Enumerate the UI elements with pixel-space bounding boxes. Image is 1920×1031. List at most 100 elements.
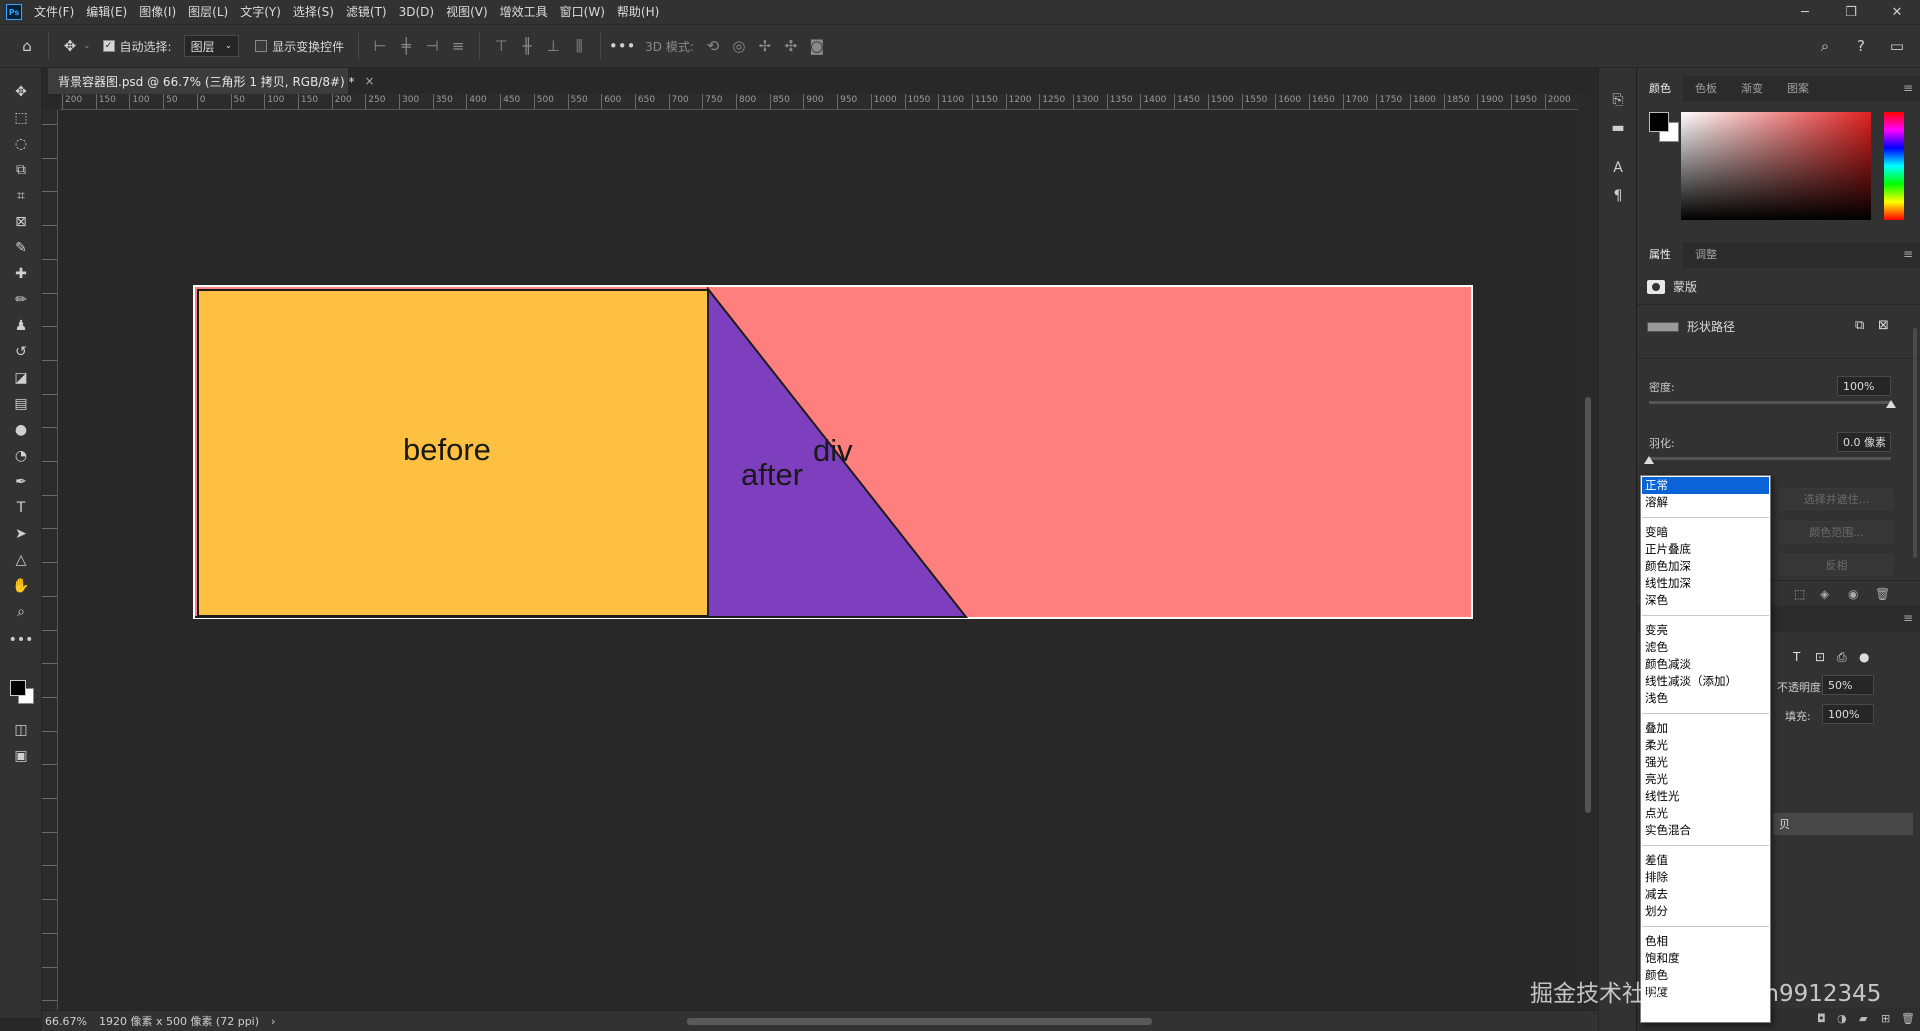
- blend-mode-option[interactable]: 变亮: [1642, 622, 1769, 639]
- menu-edit[interactable]: 编辑(E): [80, 0, 133, 24]
- panel-menu-icon[interactable]: ≡: [1903, 611, 1913, 625]
- blend-mode-option[interactable]: 实色混合: [1642, 822, 1769, 839]
- stamp-tool-icon[interactable]: ♟: [5, 314, 37, 338]
- auto-select-checkbox[interactable]: ✓ 自动选择:: [102, 38, 172, 55]
- blend-mode-option[interactable]: 减去: [1642, 886, 1769, 903]
- character-icon[interactable]: A: [1608, 158, 1628, 178]
- tab-adjustments[interactable]: 调整: [1683, 242, 1729, 268]
- paragraph-icon[interactable]: ¶: [1608, 186, 1628, 206]
- close-tab-icon[interactable]: ×: [365, 74, 375, 88]
- lasso-tool-icon[interactable]: ◌: [5, 132, 37, 156]
- zoom-tool-icon[interactable]: ⌕: [5, 600, 37, 624]
- document-tab[interactable]: 背景容器图.psd @ 66.7% (三角形 1 拷贝, RGB/8#) * ×: [48, 68, 375, 94]
- align-middle-icon[interactable]: ╫: [514, 33, 540, 59]
- foreground-color-swatch[interactable]: [1649, 112, 1669, 132]
- chevron-down-icon[interactable]: ⌄: [83, 41, 91, 51]
- panel-menu-icon[interactable]: ≡: [1903, 81, 1913, 95]
- blend-mode-option[interactable]: 亮光: [1642, 771, 1769, 788]
- blend-mode-option[interactable]: 正片叠底: [1642, 541, 1769, 558]
- blend-mode-option[interactable]: 叠加: [1642, 720, 1769, 737]
- history-brush-icon[interactable]: ↺: [5, 340, 37, 364]
- visibility-eye-icon[interactable]: ◉: [1848, 587, 1858, 601]
- horizontal-scroll-thumb[interactable]: [687, 1018, 1152, 1025]
- object-select-tool-icon[interactable]: ⧉: [5, 158, 37, 182]
- align-left-icon[interactable]: ⊢: [367, 33, 393, 59]
- new-layer-icon[interactable]: ⊞: [1881, 1012, 1890, 1025]
- menu-layer[interactable]: 图层(L): [182, 0, 234, 24]
- close-button[interactable]: ✕: [1874, 0, 1920, 24]
- menu-file[interactable]: 文件(F): [28, 0, 80, 24]
- blend-mode-option[interactable]: 正常: [1642, 477, 1769, 494]
- tab-properties[interactable]: 属性: [1637, 242, 1683, 268]
- blend-mode-option[interactable]: 饱和度: [1642, 950, 1769, 967]
- blend-mode-option[interactable]: 滤色: [1642, 639, 1769, 656]
- blend-mode-option[interactable]: 色相: [1642, 933, 1769, 950]
- more-options-icon[interactable]: •••: [609, 33, 636, 59]
- add-mask-icon[interactable]: ⧉: [1855, 318, 1864, 333]
- foreground-color[interactable]: [10, 680, 26, 696]
- slide-3d-icon[interactable]: ✣: [778, 33, 804, 59]
- workspace-icon[interactable]: ▭: [1884, 33, 1910, 59]
- new-group-icon[interactable]: ▰: [1859, 1012, 1867, 1025]
- healing-brush-icon[interactable]: ✚: [5, 262, 37, 286]
- color-range-button[interactable]: 颜色范围...: [1780, 521, 1893, 543]
- blend-mode-option[interactable]: 线性减淡（添加）: [1642, 673, 1769, 690]
- blend-mode-option[interactable]: 点光: [1642, 805, 1769, 822]
- vertical-scroll-thumb[interactable]: [1585, 397, 1591, 813]
- home-icon[interactable]: ⌂: [14, 33, 40, 59]
- tab-color[interactable]: 颜色: [1637, 76, 1683, 102]
- smart-object-filter-icon[interactable]: ⎙: [1837, 650, 1847, 665]
- path-select-tool-icon[interactable]: ➤: [5, 522, 37, 546]
- show-transform-checkbox[interactable]: 显示变换控件: [255, 38, 344, 55]
- blend-mode-option[interactable]: 线性光: [1642, 788, 1769, 805]
- frame-tool-icon[interactable]: ⊠: [5, 210, 37, 234]
- hand-tool-icon[interactable]: ✋: [5, 574, 37, 598]
- move-tool-icon[interactable]: ✥: [5, 80, 37, 104]
- blend-mode-option[interactable]: 线性加深: [1642, 575, 1769, 592]
- more-tools-icon[interactable]: •••: [5, 628, 37, 652]
- density-slider-thumb[interactable]: [1886, 400, 1896, 408]
- blend-mode-option[interactable]: 溶解: [1642, 494, 1769, 511]
- hue-slider[interactable]: [1884, 112, 1904, 220]
- panel-menu-icon[interactable]: ≡: [1903, 247, 1913, 261]
- gradient-tool-icon[interactable]: ▤: [5, 392, 37, 416]
- density-input[interactable]: 100%: [1837, 376, 1891, 396]
- blend-mode-option[interactable]: 颜色加深: [1642, 558, 1769, 575]
- zoom-level[interactable]: 66.67%: [45, 1015, 87, 1028]
- feather-slider-thumb[interactable]: [1644, 456, 1654, 464]
- marquee-tool-icon[interactable]: ⬚: [5, 106, 37, 130]
- invert-button[interactable]: 反相: [1780, 554, 1893, 576]
- blend-mode-option[interactable]: 深色: [1642, 592, 1769, 609]
- mask-add-icon[interactable]: ◘: [1817, 1012, 1826, 1025]
- load-selection-icon[interactable]: ⬚: [1794, 587, 1805, 601]
- eyedropper-tool-icon[interactable]: ✎: [5, 236, 37, 260]
- blend-mode-option[interactable]: 浅色: [1642, 690, 1769, 707]
- blend-mode-option[interactable]: 划分: [1642, 903, 1769, 920]
- quick-mask-icon[interactable]: ◫: [5, 718, 37, 742]
- opacity-input[interactable]: 50%: [1822, 675, 1874, 695]
- help-icon[interactable]: ?: [1848, 33, 1874, 59]
- tab-patterns[interactable]: 图案: [1775, 76, 1821, 102]
- select-and-mask-button[interactable]: 选择并遮住...: [1780, 488, 1893, 510]
- blend-mode-option[interactable]: 差值: [1642, 852, 1769, 869]
- delete-mask-icon[interactable]: 🗑: [1875, 587, 1890, 601]
- tab-swatches[interactable]: 色板: [1683, 76, 1729, 102]
- type-tool-icon[interactable]: T: [5, 496, 37, 520]
- menu-image[interactable]: 图像(I): [133, 0, 182, 24]
- move-tool-icon[interactable]: ✥: [57, 33, 83, 59]
- menu-help[interactable]: 帮助(H): [611, 0, 665, 24]
- color-panel-swatches[interactable]: [1649, 112, 1679, 142]
- adjustment-layer-icon[interactable]: ◑: [1837, 1012, 1847, 1025]
- blend-mode-option[interactable]: 颜色减淡: [1642, 656, 1769, 673]
- restore-button[interactable]: ❐: [1828, 0, 1874, 24]
- menu-plugins[interactable]: 增效工具: [494, 0, 554, 24]
- vertical-scrollbar[interactable]: [1578, 94, 1598, 1010]
- align-bottom-icon[interactable]: ⊥: [540, 33, 566, 59]
- fill-input[interactable]: 100%: [1822, 704, 1874, 724]
- blend-mode-option[interactable]: 变暗: [1642, 524, 1769, 541]
- blend-mode-option[interactable]: 柔光: [1642, 737, 1769, 754]
- feather-input[interactable]: 0.0 像素: [1837, 432, 1891, 452]
- orbit-3d-icon[interactable]: ⟲: [700, 33, 726, 59]
- screen-mode-icon[interactable]: ▣: [5, 744, 37, 768]
- roll-3d-icon[interactable]: ◎: [726, 33, 752, 59]
